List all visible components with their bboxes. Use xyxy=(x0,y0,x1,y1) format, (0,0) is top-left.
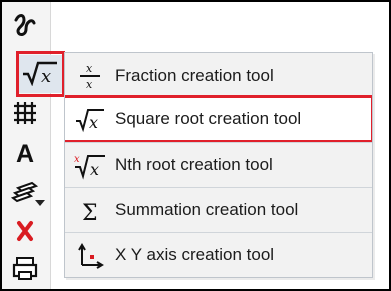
fraction-icon: x x xyxy=(65,54,115,98)
menu-item-label: Summation creation tool xyxy=(115,200,299,219)
svg-text:x: x xyxy=(86,62,93,75)
svg-text:x: x xyxy=(74,154,80,165)
menu-item-label: Square root creation tool xyxy=(115,109,302,128)
nth-root-icon: x x xyxy=(65,143,115,187)
math-tools-menu: x x Fraction creation tool x Square root… xyxy=(64,52,373,278)
svg-text:x: x xyxy=(90,160,99,179)
print-tool-button[interactable] xyxy=(2,252,48,289)
curve-tool-button[interactable] xyxy=(2,8,48,46)
grid-tool-button[interactable] xyxy=(2,96,48,134)
grid-icon xyxy=(11,99,39,132)
menu-item-summation[interactable]: Σ Summation creation tool xyxy=(65,188,372,232)
text-tool-button[interactable]: A xyxy=(2,135,48,173)
menu-item-label: Nth root creation tool xyxy=(115,155,273,174)
menu-item-square-root[interactable]: x Square root creation tool xyxy=(65,95,372,143)
xy-axis-icon xyxy=(65,233,115,277)
left-toolbar: x A xyxy=(2,2,62,289)
app-window: x A x x Fraction creation tool x Square … xyxy=(0,0,391,291)
svg-text:x: x xyxy=(86,78,93,91)
delete-tool-button[interactable] xyxy=(2,214,48,252)
svg-text:x: x xyxy=(89,113,98,132)
menu-item-nth-root[interactable]: x x Nth root creation tool xyxy=(65,143,372,187)
selected-tool-highlight xyxy=(16,51,65,97)
svg-text:Σ: Σ xyxy=(82,201,98,224)
summation-icon: Σ xyxy=(65,188,115,232)
menu-item-fraction[interactable]: x x Fraction creation tool xyxy=(65,54,372,98)
text-icon: A xyxy=(15,139,35,168)
menu-item-label: X Y axis creation tool xyxy=(115,245,275,264)
menu-item-label: Fraction creation tool xyxy=(115,66,274,85)
layers-tool-button[interactable] xyxy=(2,174,48,212)
curve-icon xyxy=(10,10,40,45)
printer-icon xyxy=(10,254,40,289)
square-root-icon: x xyxy=(65,97,115,141)
red-x-icon xyxy=(13,219,37,248)
menu-item-xy-axis[interactable]: X Y axis creation tool xyxy=(65,233,372,277)
layers-expand-arrow-icon xyxy=(35,200,45,206)
